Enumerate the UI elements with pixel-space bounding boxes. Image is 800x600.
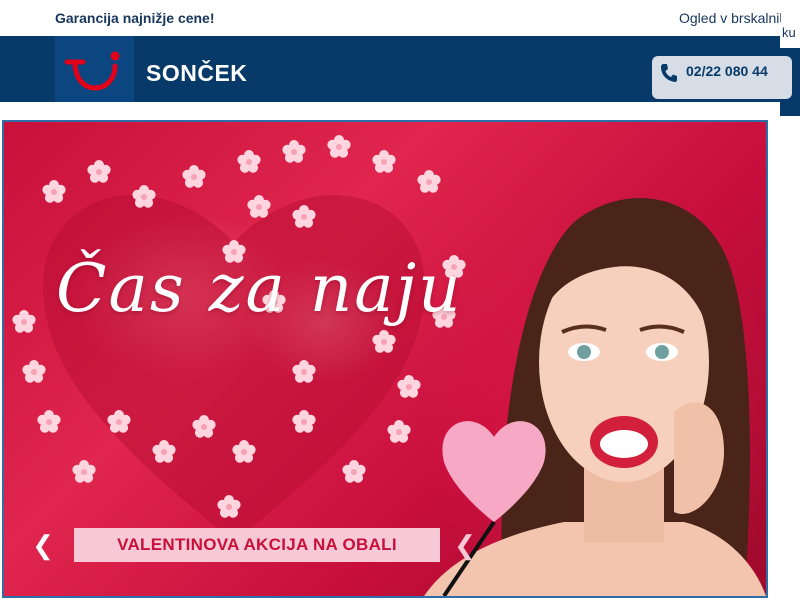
- phone-number: 02/22 080 44: [686, 63, 768, 79]
- chevron-right-icon[interactable]: ❮: [454, 530, 476, 560]
- view-in-browser-link[interactable]: Ogled v brskalniku: [679, 10, 781, 26]
- tui-smile-logo-icon: [64, 51, 120, 91]
- brand-name: SONČEK: [146, 60, 248, 86]
- phone-icon: [661, 64, 677, 82]
- banner-headline: Čas za naju: [56, 250, 463, 327]
- tui-logo[interactable]: [55, 36, 134, 102]
- hero-banner[interactable]: Čas za naju VALENTINOVA AKCIJA NA OBALI …: [2, 120, 768, 598]
- chevron-left-icon[interactable]: ❮: [32, 530, 54, 560]
- cta-button[interactable]: VALENTINOVA AKCIJA NA OBALI: [74, 528, 440, 562]
- top-bar: Garancija najnižje cene! Ogled v brskaln…: [0, 0, 800, 36]
- price-guarantee-link[interactable]: Garancija najnižje cene!: [55, 10, 215, 26]
- view-in-browser-overflow[interactable]: ku: [780, 22, 800, 48]
- phone-button[interactable]: 02/22 080 44: [652, 56, 792, 99]
- cta-label: VALENTINOVA AKCIJA NA OBALI: [117, 535, 397, 554]
